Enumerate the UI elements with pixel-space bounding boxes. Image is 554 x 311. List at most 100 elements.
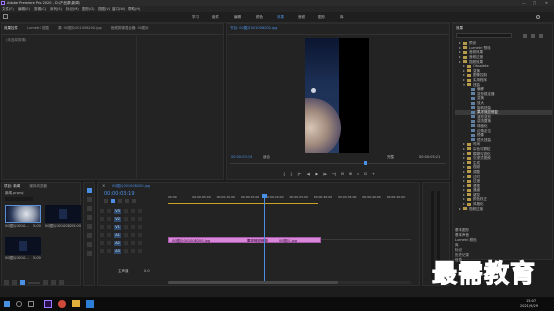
program-scrubber[interactable] [230,163,446,164]
lock-toggle-icon[interactable] [100,217,104,221]
list-view-icon[interactable] [12,280,17,285]
track-header[interactable]: V1 [100,223,164,231]
menu-graphics[interactable]: 图形(G) [82,7,94,11]
trash-icon[interactable] [59,280,64,285]
menu-view[interactable]: 视图(V) [98,7,110,11]
mute-toggle-icon[interactable] [131,217,135,221]
search-taskbar-icon[interactable] [16,301,22,307]
nest-icon[interactable] [104,199,108,203]
tab-source[interactable]: 源: 00图片001008200.jpg [58,26,102,30]
menu-file[interactable]: 文件(F) [2,7,14,11]
workspace-audio[interactable]: 音频 [298,15,305,19]
accelerated-effects-icon[interactable] [523,34,527,38]
home-icon[interactable] [3,14,8,19]
browser-taskbar-icon[interactable] [58,300,66,308]
tab-project[interactable]: 项目: 新闻 [4,184,20,188]
disclosure-triangle-icon[interactable] [463,152,465,155]
disclosure-triangle-icon[interactable] [463,203,465,206]
track-select-tool-icon[interactable] [87,197,92,202]
project-item[interactable]: 00图片0010... 5:00 [5,205,41,231]
go-to-in-button[interactable]: |← [297,172,301,176]
disclosure-triangle-icon[interactable] [459,60,461,63]
hand-tool-icon[interactable] [87,242,92,247]
solo-toggle-icon[interactable] [138,233,142,237]
disclosure-triangle-icon[interactable] [459,42,461,45]
menu-edit[interactable]: 编辑(E) [18,7,30,11]
minimize-button[interactable]: — [522,1,526,5]
lock-toggle-icon[interactable] [100,233,104,237]
effect-folder[interactable]: 视频过渡 [455,206,552,211]
disclosure-triangle-icon[interactable] [463,184,465,187]
play-button[interactable]: ▶ [315,172,318,176]
disclosure-triangle-icon[interactable] [463,180,465,183]
yuv-effects-icon[interactable] [539,34,543,38]
tab-audio-clip-mixer[interactable]: 音频剪辑混合器: 00图片 [111,26,149,30]
tab-effect-controls[interactable]: 效果控件 [4,26,18,30]
workspace-graphics[interactable]: 图形 [318,15,325,19]
disclosure-triangle-icon[interactable] [463,161,465,164]
disclosure-triangle-icon[interactable] [459,56,461,59]
export-frame-button[interactable]: ⌗ [357,172,359,176]
disclosure-triangle-icon[interactable] [463,166,465,169]
quality-dropdown[interactable]: 完整 [387,155,394,159]
wrench-icon[interactable] [132,199,136,203]
project-item[interactable]: 00图片001008200.jpg 5:00 [45,205,81,231]
new-item-icon[interactable] [51,280,56,285]
timeline-scroll-thumb[interactable] [168,281,338,284]
zoom-slider-icon[interactable] [28,281,40,284]
timeline-ruler[interactable]: 00:00 00:00:05:00 00:00:10:00 00:00:15:00 00… [168,195,411,203]
maximize-button[interactable]: □ [533,1,536,5]
menu-sequence[interactable]: 序列(S) [50,7,62,11]
track-label[interactable]: V3 [114,208,121,214]
lock-toggle-icon[interactable] [100,209,104,213]
timeline-tab[interactable]: 00图片001008200.jpg [112,184,150,188]
workspace-learn[interactable]: 学习 [192,15,199,19]
snap-icon[interactable] [111,199,115,203]
menu-help[interactable]: 帮助(H) [128,7,140,11]
mute-toggle-icon[interactable] [131,249,135,253]
work-area-bar[interactable] [168,203,318,204]
mute-toggle-icon[interactable] [131,209,135,213]
sync-toggle-icon[interactable] [107,209,111,213]
solo-toggle-icon[interactable] [138,209,142,213]
disclosure-triangle-icon[interactable] [463,79,465,82]
disclosure-triangle-icon[interactable] [463,74,465,77]
master-track-value[interactable]: 0.0 [144,269,150,273]
step-back-button[interactable]: ◄| [307,172,311,176]
new-bin-icon[interactable] [43,280,48,285]
project-item[interactable]: 00图片0010... 5:00 [5,237,41,263]
premiere-taskbar-icon[interactable] [44,300,52,308]
add-marker-icon[interactable] [125,199,129,203]
sync-toggle-icon[interactable] [107,233,111,237]
track-header[interactable]: A1 [100,231,164,239]
windows-start-icon[interactable] [4,301,10,307]
add-button[interactable]: + [372,172,375,176]
tab-lumetri-scopes[interactable]: Lumetri 范围 [27,26,49,30]
program-timecode[interactable]: 00:00:03:19 [231,155,252,159]
mute-toggle-icon[interactable] [131,225,135,229]
disclosure-triangle-icon[interactable] [463,65,465,68]
slip-tool-icon[interactable] [87,224,92,229]
track-label[interactable]: V2 [114,216,121,222]
sync-toggle-icon[interactable] [107,217,111,221]
sync-toggle-icon[interactable] [107,225,111,229]
razor-tool-icon[interactable] [87,215,92,220]
eye-toggle-icon[interactable] [124,217,128,221]
track-header[interactable]: V3 [100,207,164,215]
close-button[interactable]: ✕ [545,1,548,5]
track-label[interactable]: A1 [114,232,121,238]
mark-in-button[interactable]: { [283,172,285,176]
workspace-libraries[interactable]: 库 [340,15,344,19]
linked-selection-icon[interactable] [118,199,122,203]
extract-button[interactable]: ⊞ [349,172,352,176]
eye-toggle-icon[interactable] [124,209,128,213]
project-search-input[interactable] [5,197,33,201]
fit-dropdown[interactable]: 适合 [263,155,270,159]
menu-marker[interactable]: 标记(M) [66,7,79,11]
timeline-timecode[interactable]: 00:00:03:19 [104,192,135,197]
type-tool-icon[interactable] [87,251,92,256]
solo-toggle-icon[interactable] [138,217,142,221]
workspace-assembly[interactable]: 组件 [212,15,219,19]
workspace-editing[interactable]: 编辑 [234,15,241,19]
disclosure-triangle-icon[interactable] [459,46,461,49]
